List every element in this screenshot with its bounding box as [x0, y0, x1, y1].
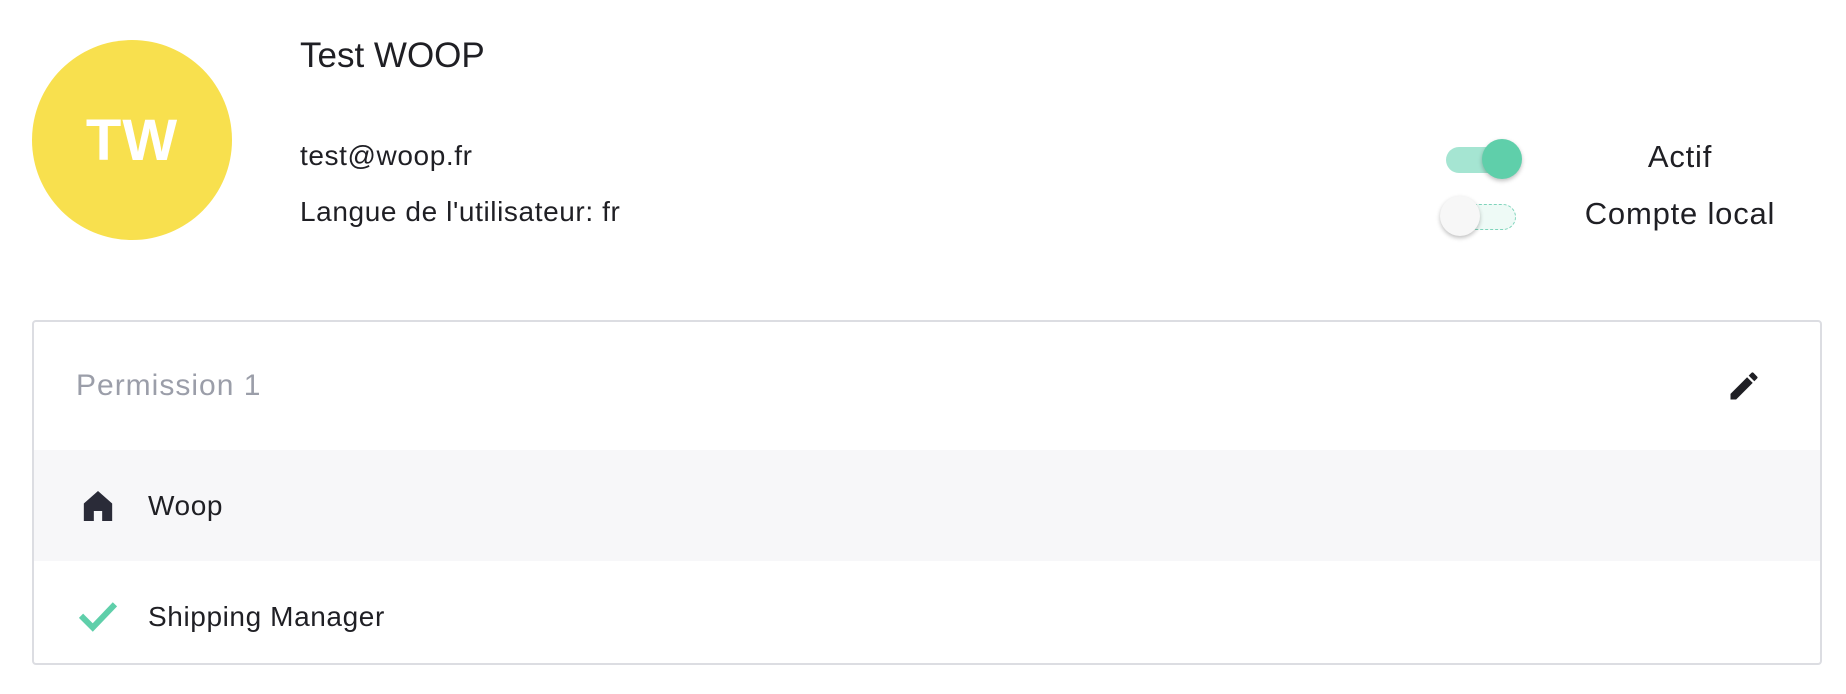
local-account-toggle[interactable] [1440, 191, 1520, 237]
active-toggle-row: Actif [1440, 134, 1820, 180]
permission-card: Permission 1 Woop Shipping Manager [32, 320, 1822, 665]
user-profile-page: TW Test WOOP test@woop.fr Langue de l'ut… [0, 0, 1846, 694]
user-email: test@woop.fr [300, 140, 473, 171]
local-account-toggle-label: Compte local [1584, 196, 1776, 231]
home-icon [76, 484, 120, 528]
toggle-knob [1482, 139, 1522, 179]
local-account-toggle-row: Compte local [1440, 191, 1820, 237]
permission-title: Permission 1 [76, 369, 262, 402]
toggle-knob [1440, 196, 1480, 236]
list-item: Woop [34, 450, 1820, 561]
check-icon [76, 595, 120, 639]
user-name: Test WOOP [300, 36, 485, 75]
edit-permission-button[interactable] [1726, 368, 1762, 404]
permission-item-label: Shipping Manager [148, 600, 385, 632]
active-toggle[interactable] [1440, 134, 1522, 180]
list-item: Shipping Manager [34, 561, 1820, 663]
user-language: Langue de l'utilisateur: fr [300, 196, 621, 227]
avatar-initials: TW [85, 107, 179, 173]
permission-card-header: Permission 1 [34, 322, 1820, 450]
pencil-icon [1730, 372, 1758, 400]
permission-item-label: Woop [148, 489, 224, 521]
avatar: TW [32, 40, 232, 240]
active-toggle-label: Actif [1647, 139, 1713, 174]
